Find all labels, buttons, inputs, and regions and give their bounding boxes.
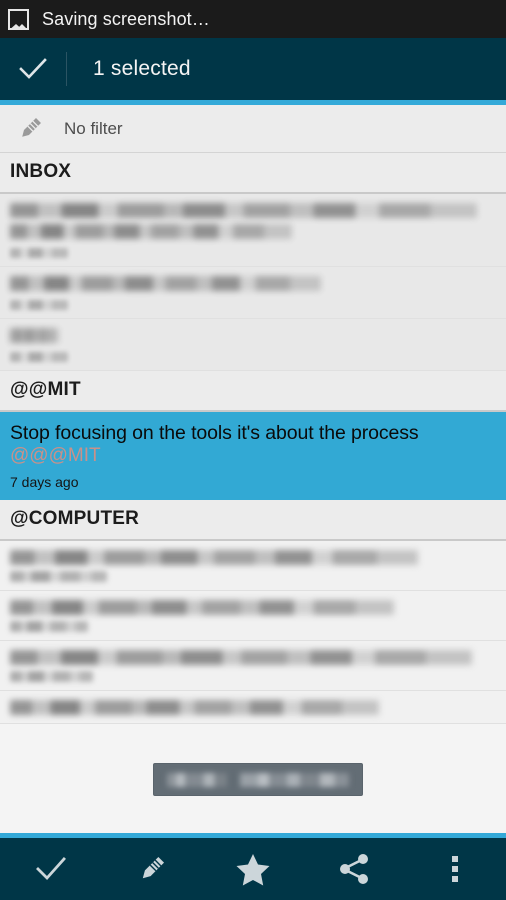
overflow-icon — [452, 856, 459, 882]
redacted-timestamp — [10, 352, 68, 362]
list-item-selected[interactable]: Stop focusing on the tools it's about th… — [0, 412, 506, 501]
app-root: Saving screenshot… 1 selected No filter … — [0, 0, 506, 900]
star-button[interactable] — [202, 838, 303, 900]
list-item[interactable] — [0, 641, 506, 692]
bottom-toolbar — [0, 838, 506, 900]
action-bar-divider — [66, 52, 67, 86]
task-title: Stop focusing on the tools it's about th… — [10, 422, 419, 444]
check-icon — [35, 857, 66, 881]
list-item[interactable] — [0, 267, 506, 319]
task-timestamp: 7 days ago — [10, 474, 79, 491]
redacted-title-line — [10, 700, 380, 716]
section-header-inbox: INBOX — [0, 153, 506, 194]
list-item[interactable] — [0, 194, 506, 267]
redacted-timestamp — [10, 248, 68, 258]
redacted-title-line — [10, 224, 292, 239]
redacted-title-line — [10, 550, 419, 566]
overflow-button[interactable] — [405, 838, 506, 900]
pencil-icon — [12, 114, 48, 144]
redacted-timestamp — [10, 300, 68, 310]
section-header-mit: @@MIT — [0, 371, 506, 412]
share-icon — [340, 854, 369, 884]
task-list[interactable]: INBOX @@MIT Stop focusing on the tools i… — [0, 153, 506, 833]
redacted-title-line — [10, 328, 59, 343]
photo-icon — [8, 8, 29, 30]
section-header-computer: @COMPUTER — [0, 500, 506, 542]
redacted-title-line — [10, 600, 394, 616]
list-item[interactable] — [0, 691, 506, 725]
selection-count-label: 1 selected — [93, 57, 191, 80]
filter-label: No filter — [64, 118, 123, 138]
redacted-subtitle — [10, 621, 88, 633]
redacted-title-line — [10, 650, 472, 666]
redacted-toast-text — [167, 772, 349, 787]
toast-message — [153, 763, 363, 796]
task-tag: @@@MIT — [10, 445, 101, 467]
share-button[interactable] — [304, 838, 405, 900]
redacted-subtitle — [10, 671, 93, 683]
edit-button[interactable] — [101, 838, 202, 900]
pencil-icon — [142, 856, 164, 879]
redacted-subtitle — [10, 571, 108, 583]
list-item[interactable] — [0, 591, 506, 642]
confirm-selection-button[interactable] — [0, 38, 66, 100]
filter-bar[interactable]: No filter — [0, 105, 506, 153]
redacted-title-line — [10, 276, 322, 291]
redacted-title-line — [10, 203, 477, 218]
star-icon — [236, 854, 270, 886]
action-bar: 1 selected — [0, 38, 506, 100]
status-bar: Saving screenshot… — [0, 0, 506, 38]
status-bar-text: Saving screenshot… — [42, 8, 210, 29]
list-item[interactable] — [0, 541, 506, 592]
complete-button[interactable] — [0, 838, 101, 900]
list-item[interactable] — [0, 319, 506, 371]
